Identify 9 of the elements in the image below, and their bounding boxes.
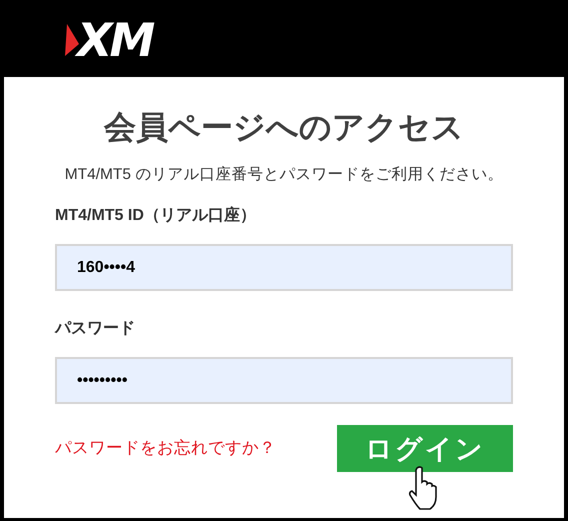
password-field[interactable]: •••••••••: [55, 357, 513, 404]
account-id-field[interactable]: 160••••4: [55, 244, 513, 292]
page-title: 会員ページへのアクセス: [102, 108, 465, 147]
instruction-text: MT4/MT5 のリアル口座番号とパスワードをご利用ください。: [64, 165, 504, 185]
hand-cursor-icon: [408, 466, 438, 510]
forgot-password-link[interactable]: パスワードをお忘れですか？: [55, 436, 276, 462]
field-label: パスワード: [55, 319, 136, 340]
logo: XM: [77, 17, 152, 63]
field-label: MT4/MT5 ID（リアル口座）: [55, 205, 257, 226]
